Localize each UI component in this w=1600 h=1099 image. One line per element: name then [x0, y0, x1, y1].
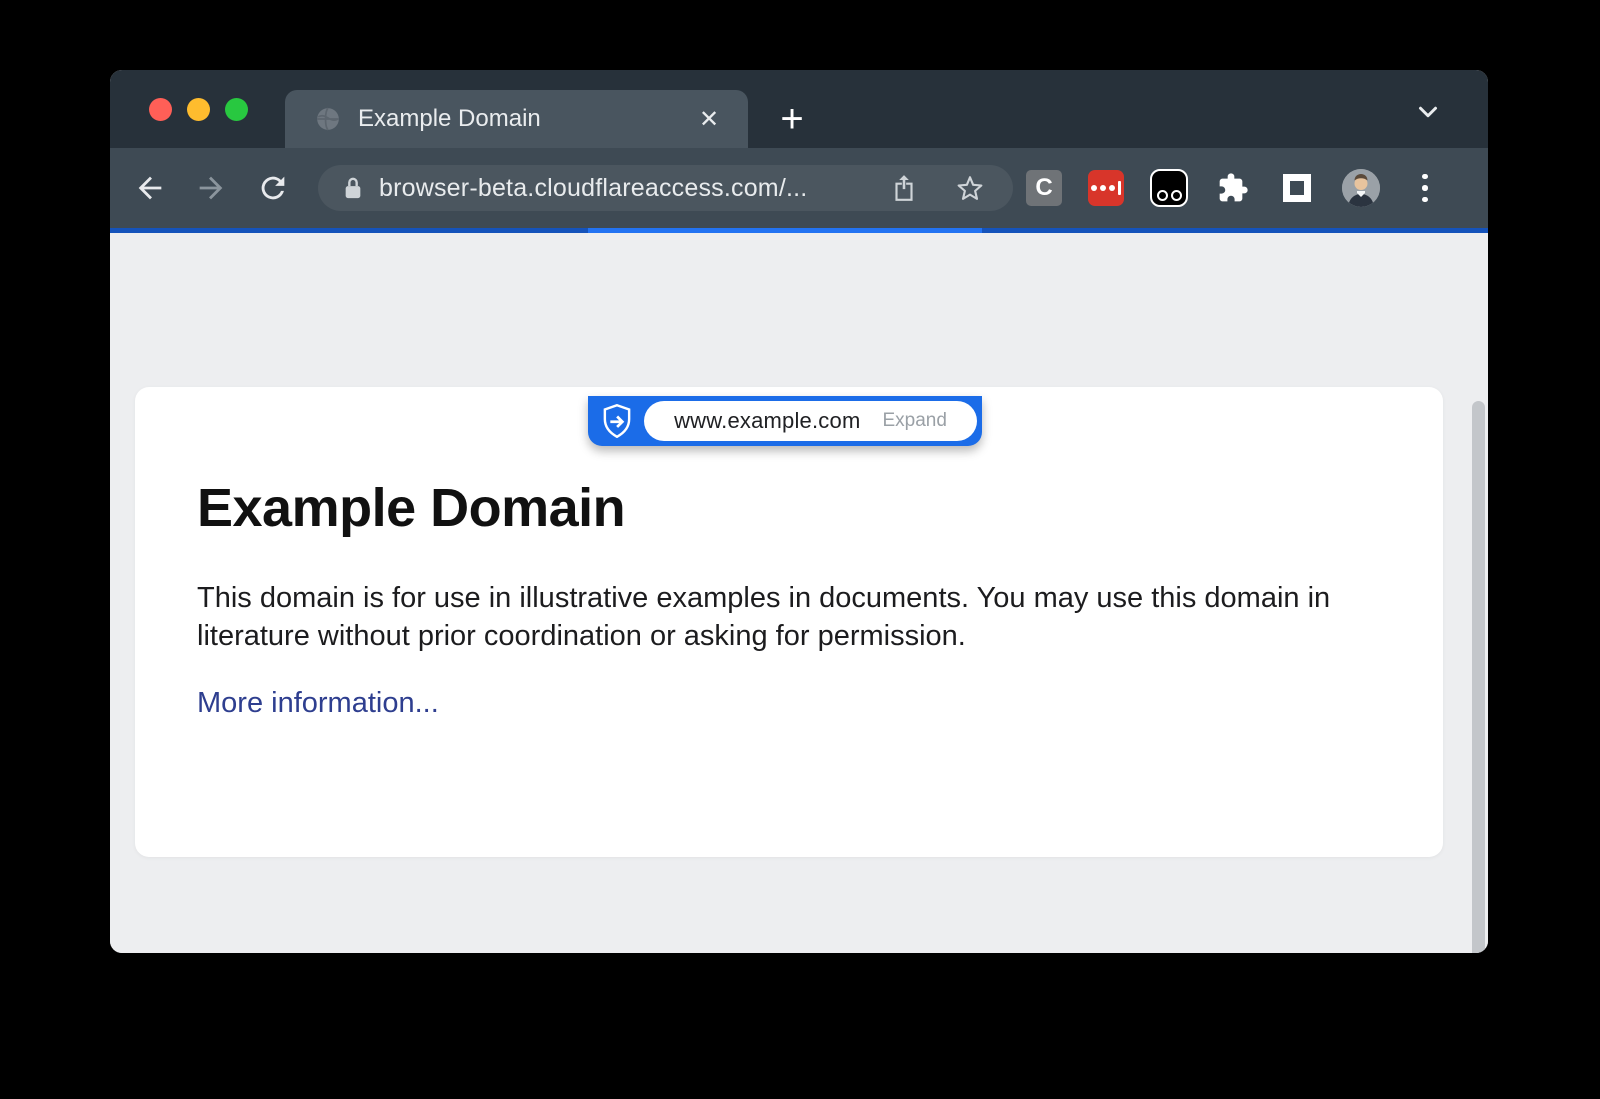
tab-search-button[interactable]	[1410, 94, 1446, 130]
tab-close-button[interactable]: ✕	[692, 102, 726, 136]
lastpass-dot	[1100, 185, 1106, 191]
profile-avatar-button[interactable]	[1342, 169, 1380, 207]
lastpass-dot	[1109, 185, 1115, 191]
extensions-row: C	[1026, 148, 1444, 228]
close-window-button[interactable]	[149, 98, 172, 121]
reload-button[interactable]	[251, 166, 295, 210]
bookmark-star-icon	[955, 173, 985, 203]
browser-menu-button[interactable]	[1406, 169, 1444, 207]
window-controls	[149, 98, 248, 121]
url-text: browser-beta.cloudflareaccess.com/...	[379, 174, 885, 203]
c-extension-button[interactable]: C	[1026, 170, 1062, 206]
page-viewport: www.example.com Expand Example Domain Th…	[110, 233, 1488, 953]
page-paragraph: This domain is for use in illustrative e…	[197, 579, 1347, 655]
minimize-window-button[interactable]	[187, 98, 210, 121]
kebab-menu-icon	[1422, 185, 1428, 191]
browser-window: Example Domain ✕ +	[110, 70, 1488, 953]
scrollbar-thumb[interactable]	[1472, 401, 1485, 953]
forward-button[interactable]	[189, 166, 233, 210]
zoom-window-button[interactable]	[225, 98, 248, 121]
reload-icon	[256, 171, 290, 205]
two-circles-extension-button[interactable]	[1150, 169, 1188, 207]
lastpass-extension-button[interactable]	[1088, 170, 1124, 206]
kebab-menu-icon	[1422, 174, 1428, 180]
shield-arrow-icon	[602, 404, 632, 438]
isolated-domain-text: www.example.com	[674, 408, 860, 434]
lastpass-bar	[1118, 181, 1121, 195]
back-arrow-icon	[133, 171, 167, 205]
browser-tab[interactable]: Example Domain ✕	[285, 90, 748, 148]
extensions-puzzle-icon	[1217, 172, 1249, 204]
extensions-puzzle-button[interactable]	[1214, 169, 1252, 207]
forward-arrow-icon	[194, 171, 228, 205]
profile-avatar	[1342, 169, 1380, 207]
isolation-domain-pill[interactable]: www.example.com Expand	[644, 401, 977, 441]
circle-glyph	[1157, 190, 1168, 201]
more-information-link[interactable]: More information...	[197, 687, 439, 720]
chevron-down-icon	[1413, 97, 1443, 127]
page-card: Example Domain This domain is for use in…	[135, 387, 1443, 857]
lock-icon	[342, 175, 364, 201]
url-bar[interactable]: browser-beta.cloudflareaccess.com/...	[318, 165, 1013, 211]
kebab-menu-icon	[1422, 197, 1428, 203]
square-frame-extension-button[interactable]	[1278, 169, 1316, 207]
share-icon	[891, 173, 917, 203]
new-tab-button[interactable]: +	[770, 97, 814, 141]
bookmark-star-button[interactable]	[951, 169, 989, 207]
browser-toolbar: browser-beta.cloudflareaccess.com/... C	[110, 148, 1488, 228]
globe-favicon-icon	[315, 106, 341, 132]
expand-button[interactable]: Expand	[882, 410, 946, 432]
square-frame-icon	[1283, 174, 1311, 202]
tab-title: Example Domain	[358, 105, 692, 133]
share-button[interactable]	[885, 169, 923, 207]
circle-glyph	[1171, 190, 1182, 201]
page-heading: Example Domain	[197, 477, 1383, 539]
back-button[interactable]	[128, 166, 172, 210]
lastpass-dot	[1091, 185, 1097, 191]
isolation-domain-banner[interactable]: www.example.com Expand	[588, 396, 982, 446]
tab-strip: Example Domain ✕ +	[110, 70, 1488, 148]
